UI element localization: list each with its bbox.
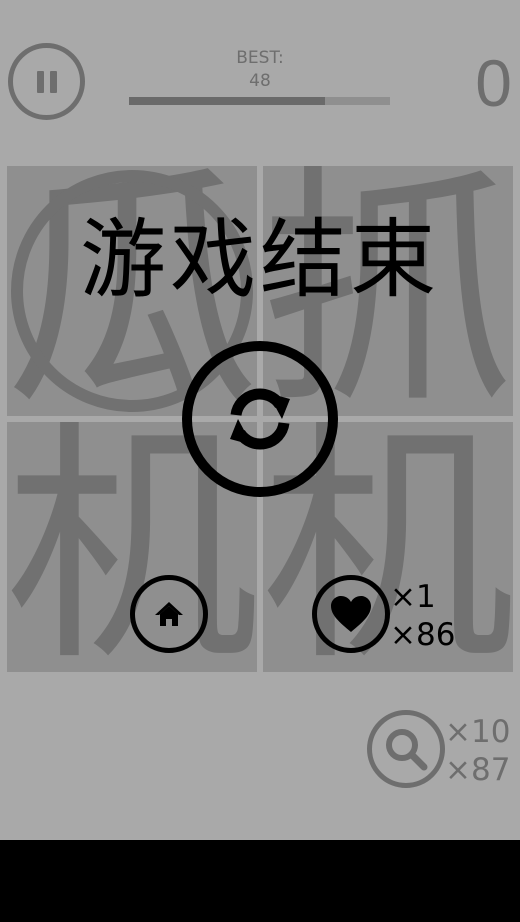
- search-cost: ×10: [445, 714, 511, 750]
- score: 0: [475, 46, 512, 120]
- heart-cost: ×1: [390, 579, 436, 615]
- search-hint-button[interactable]: [367, 710, 445, 788]
- refresh-icon: [230, 388, 290, 450]
- magnifier-icon: [386, 729, 428, 771]
- restart-button[interactable]: [182, 341, 338, 497]
- revive-heart-button[interactable]: [312, 575, 390, 653]
- home-button[interactable]: [130, 575, 208, 653]
- pause-icon: [34, 70, 60, 93]
- home-icon: [155, 602, 183, 626]
- heart-icon: [331, 596, 371, 632]
- heart-count: ×86: [390, 617, 456, 653]
- progress-fill: [129, 97, 325, 105]
- bottom-bar: [0, 840, 520, 922]
- game-over-title: 游戏结束: [80, 210, 440, 310]
- search-count: ×87: [445, 752, 511, 788]
- best-value: 48: [249, 71, 271, 91]
- progress-bar: [129, 97, 390, 105]
- best-label: BEST:: [236, 48, 284, 68]
- pause-button[interactable]: [8, 43, 85, 120]
